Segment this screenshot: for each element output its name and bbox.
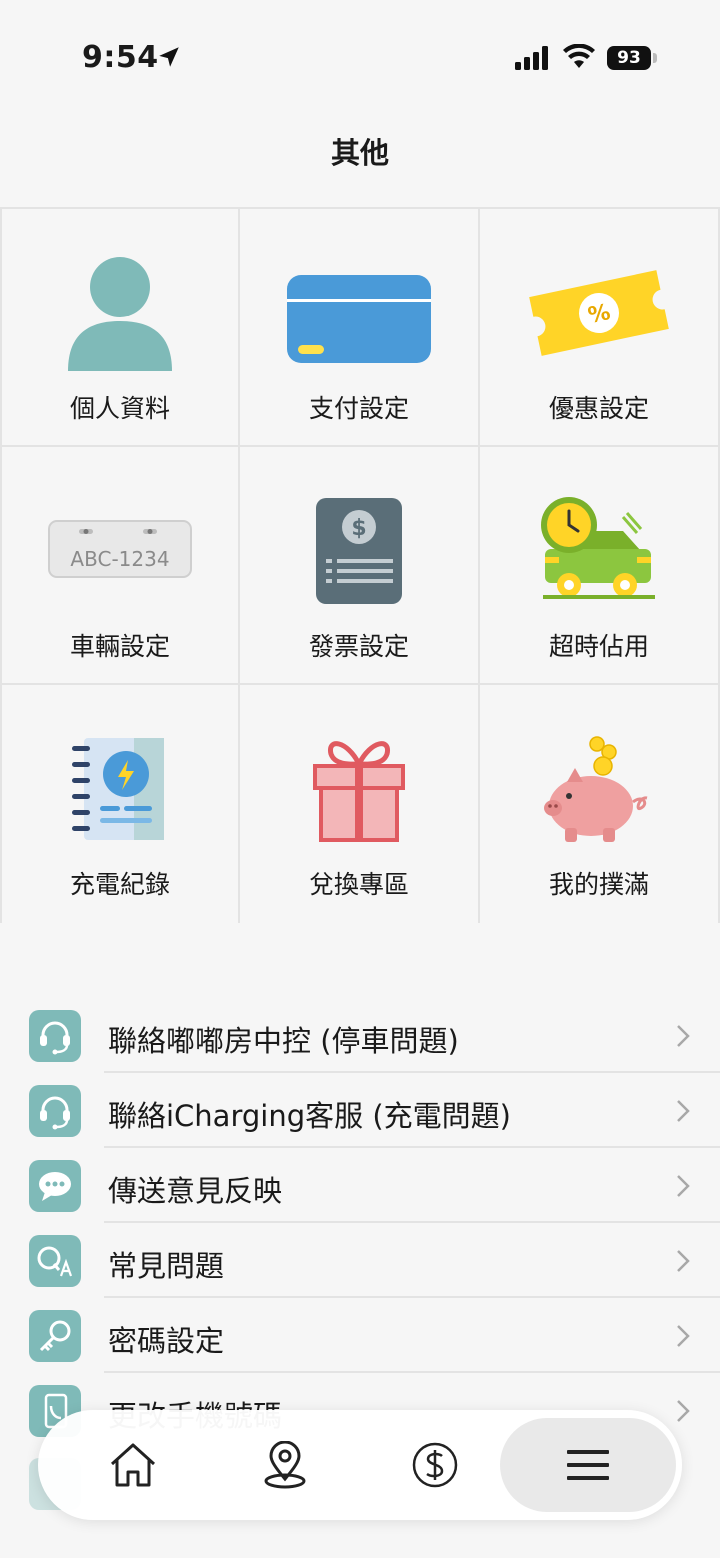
dollar-icon [412,1442,458,1488]
grid-item-label: 兌換專區 [308,870,409,899]
chevron-right-icon [677,1175,690,1197]
grid-item-label: 我的撲滿 [548,870,649,899]
coupon-icon: % [524,253,674,373]
plate-text: ABC-1234 [70,547,170,571]
chevron-right-icon [677,1250,690,1272]
key-icon [29,1310,81,1362]
home-icon [110,1443,156,1487]
gift-icon [284,729,434,849]
page-title: 其他 [330,136,389,170]
tab-payment[interactable] [380,1418,490,1512]
credit-card-icon [284,253,434,373]
grid-item-coupon[interactable]: % 優惠設定 [478,209,720,447]
chevron-right-icon [677,1025,690,1047]
grid-item-label: 個人資料 [69,394,170,423]
grid-item-label: 優惠設定 [548,394,649,423]
tab-map[interactable] [230,1418,340,1512]
grid-item-redeem[interactable]: 兌換專區 [238,685,480,923]
grid-item-label: 超時佔用 [548,632,649,661]
list-item-feedback[interactable]: 傳送意見反映 [0,1148,720,1223]
grid-item-label: 車輛設定 [69,632,170,661]
list-item-contact-parking[interactable]: 聯絡嘟嘟房中控 (停車問題) [0,998,720,1073]
list-item-faq[interactable]: 常見問題 [0,1223,720,1298]
chevron-right-icon [677,1325,690,1347]
headset-icon [29,1085,81,1137]
tab-menu[interactable] [500,1418,676,1512]
list-item-password[interactable]: 密碼設定 [0,1298,720,1373]
grid-item-label: 發票設定 [308,632,409,661]
headset-icon [29,1010,81,1062]
grid-item-profile[interactable]: 個人資料 [0,209,240,447]
grid-item-overtime[interactable]: 超時佔用 [478,447,720,685]
location-arrow-icon [159,47,179,67]
status-bar: 9:54 93 [0,0,720,110]
invoice-icon: $ [284,491,434,611]
grid-item-piggy-bank[interactable]: 我的撲滿 [478,685,720,923]
settings-list: 聯絡嘟嘟房中控 (停車問題) 聯絡iCharging客服 (充電問題) 傳送意見… [0,998,720,1448]
list-item-label: 密碼設定 [108,1324,225,1358]
grid-item-label: 支付設定 [308,394,409,423]
grid-item-label: 充電紀錄 [69,870,170,899]
list-item-label: 聯絡iCharging客服 (充電問題) [108,1099,511,1133]
map-pin-icon [264,1441,306,1489]
chevron-right-icon [677,1400,690,1422]
battery-tip [653,53,657,63]
battery-level: 93 [607,46,651,70]
list-item-label: 傳送意見反映 [108,1174,283,1208]
menu-icon [567,1450,609,1480]
list-item-contact-icharging[interactable]: 聯絡iCharging客服 (充電問題) [0,1073,720,1148]
license-plate-icon: ABC-1234 [45,491,195,611]
status-time: 9:54 [82,40,159,75]
person-icon [45,253,195,373]
list-item-label: 聯絡嘟嘟房中控 (停車問題) [108,1024,459,1058]
tab-bar [38,1410,682,1520]
tab-home[interactable] [78,1418,188,1512]
wifi-icon [563,44,595,68]
charging-record-icon [45,729,195,849]
grid-item-invoice[interactable]: $ 發票設定 [238,447,480,685]
qa-icon [29,1235,81,1287]
feature-grid: 個人資料 支付設定 % 優惠設定 ABC-1234 車輛設定 $ 發票設定 超時… [0,207,720,923]
chevron-right-icon [677,1100,690,1122]
piggy-bank-icon [524,729,674,849]
overtime-car-icon [524,491,674,611]
list-item-label: 常見問題 [108,1249,225,1283]
grid-item-payment[interactable]: 支付設定 [238,209,480,447]
svg-text:$: $ [351,516,366,541]
chat-bubble-icon [29,1160,81,1212]
cellular-signal-icon [515,46,548,70]
grid-item-charging-record[interactable]: 充電紀錄 [0,685,240,923]
grid-item-vehicle[interactable]: ABC-1234 車輛設定 [0,447,240,685]
